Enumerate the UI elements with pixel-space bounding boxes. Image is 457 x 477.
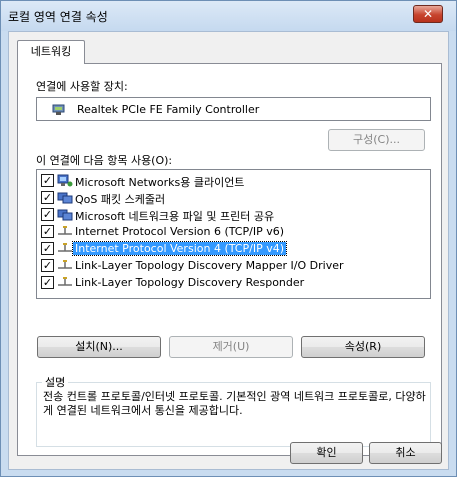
ok-button[interactable]: 확인 <box>290 442 363 464</box>
list-item-label: Internet Protocol Version 4 (TCP/IP v4) <box>72 241 287 256</box>
list-item[interactable]: ✓ QoS 패킷 스케줄러 <box>37 189 430 206</box>
list-item[interactable]: ✓ Microsoft Networks용 클라이언트 <box>37 172 430 189</box>
device-name: Realtek PCIe FE Family Controller <box>77 103 260 116</box>
checkbox[interactable]: ✓ <box>41 276 54 289</box>
list-item[interactable]: ✓ Link-Layer Topology Discovery Responde… <box>37 274 430 291</box>
list-item-label: Link-Layer Topology Discovery Responder <box>75 276 305 289</box>
list-item-label: Microsoft 네트워크용 파일 및 프린터 공유 <box>75 210 275 223</box>
list-item[interactable]: ✓ Internet Protocol Version 6 (TCP/IP v6… <box>37 223 430 240</box>
dialog-client-area: 네트워킹 연결에 사용할 장치: Realtek PCIe FE Family … <box>8 31 449 470</box>
properties-button[interactable]: 속성(R) <box>301 336 425 358</box>
list-item-label: Internet Protocol Version 6 (TCP/IP v6) <box>75 225 284 238</box>
list-item-selected[interactable]: ✓ Internet Protocol Version 4 (TCP/IP v4… <box>37 240 430 257</box>
protocol-icon <box>57 241 73 256</box>
list-item-label: Microsoft Networks용 클라이언트 <box>75 176 245 189</box>
list-item-label: Link-Layer Topology Discovery Mapper I/O… <box>75 259 344 272</box>
network-service-icon <box>57 207 73 222</box>
protocol-icon <box>57 275 73 290</box>
checkbox[interactable]: ✓ <box>41 208 54 221</box>
description-text: 전송 컨트롤 프로토콜/인터넷 프로토콜. 기본적인 광역 네트워크 프로토콜로… <box>43 390 426 417</box>
configure-button[interactable]: 구성(C)... <box>328 129 425 151</box>
list-item[interactable]: ✓ Microsoft 네트워크용 파일 및 프린터 공유 <box>37 206 430 223</box>
items-list[interactable]: ✓ Microsoft Networks용 클라이언트 ✓ QoS 패킷 스케줄… <box>36 169 431 299</box>
tab-networking[interactable]: 네트워킹 <box>17 40 85 64</box>
window-title: 로컬 영역 연결 속성 <box>8 10 108 24</box>
checkbox[interactable]: ✓ <box>41 191 54 204</box>
checkbox[interactable]: ✓ <box>41 225 54 238</box>
close-button[interactable]: ✕ <box>413 5 443 23</box>
checkbox[interactable]: ✓ <box>41 174 54 187</box>
title-bar[interactable]: 로컬 영역 연결 속성 ✕ <box>1 1 456 31</box>
protocol-icon <box>57 258 73 273</box>
properties-dialog: 로컬 영역 연결 속성 ✕ 네트워킹 연결에 사용할 장치: Realtek P… <box>0 0 457 477</box>
device-field: Realtek PCIe FE Family Controller <box>36 97 431 121</box>
uninstall-button[interactable]: 제거(U) <box>169 336 293 358</box>
cancel-button[interactable]: 취소 <box>369 442 442 464</box>
list-item[interactable]: ✓ Link-Layer Topology Discovery Mapper I… <box>37 257 430 274</box>
items-label: 이 연결에 다음 항목 사용(O): <box>36 154 173 167</box>
network-service-icon <box>57 190 73 205</box>
checkbox[interactable]: ✓ <box>41 242 54 255</box>
networking-panel: 연결에 사용할 장치: Realtek PCIe FE Family Contr… <box>17 63 442 456</box>
network-adapter-icon <box>51 103 67 119</box>
description-title: 설명 <box>42 374 69 390</box>
device-label: 연결에 사용할 장치: <box>36 80 128 93</box>
list-item-label: QoS 패킷 스케줄러 <box>75 193 166 206</box>
protocol-icon <box>57 224 73 239</box>
checkbox[interactable]: ✓ <box>41 259 54 272</box>
network-client-icon <box>57 173 73 188</box>
install-button[interactable]: 설치(N)... <box>37 336 161 358</box>
